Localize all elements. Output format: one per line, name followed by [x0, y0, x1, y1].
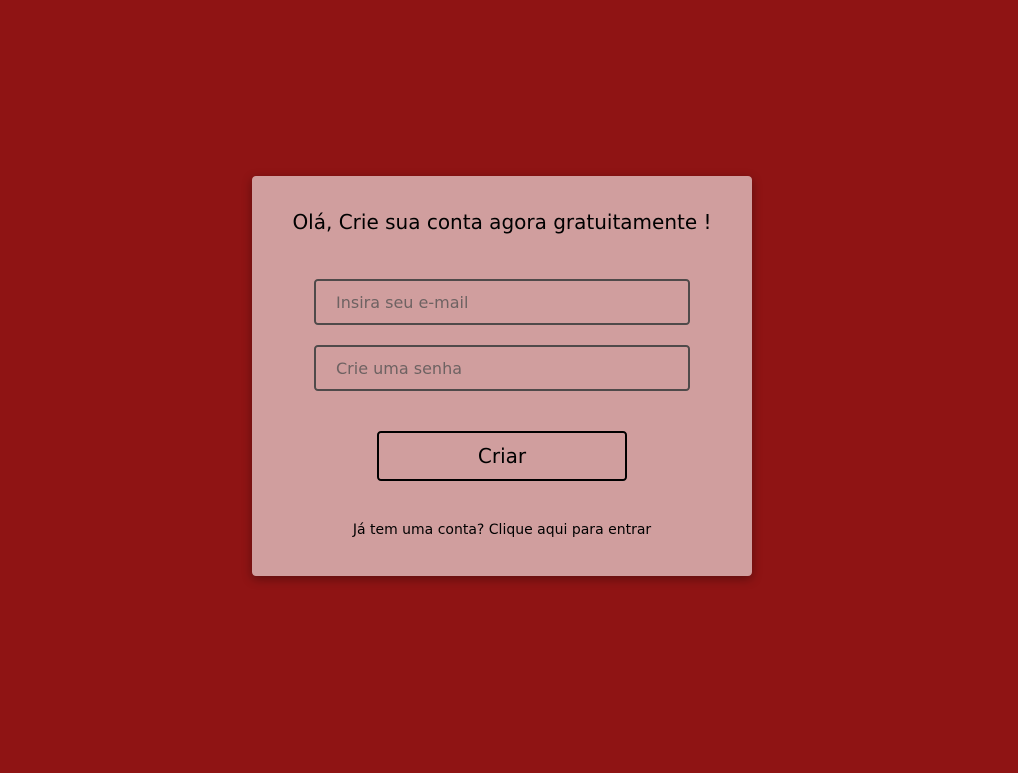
login-link[interactable]: Já tem uma conta? Clique aqui para entra…	[252, 522, 752, 538]
signup-title: Olá, Crie sua conta agora gratuitamente …	[292, 210, 712, 234]
signup-card: Olá, Crie sua conta agora gratuitamente …	[252, 176, 752, 576]
password-input[interactable]	[314, 345, 690, 391]
email-input[interactable]	[314, 279, 690, 325]
create-account-button[interactable]: Criar	[377, 431, 627, 481]
